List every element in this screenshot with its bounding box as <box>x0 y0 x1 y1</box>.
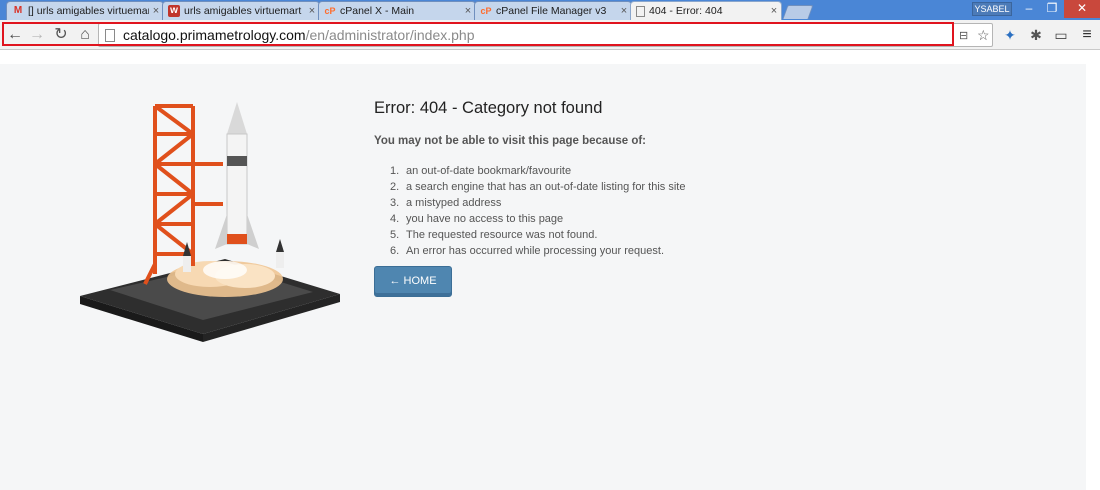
rocket-launch-illustration <box>80 102 340 342</box>
w-site-icon: w <box>168 5 180 17</box>
bookmark-star-icon[interactable]: ☆ <box>977 27 990 44</box>
tab-title: 404 - Error: 404 <box>649 5 723 17</box>
extension-bug-icon[interactable]: ✱ <box>1026 25 1046 45</box>
tab-title: cPanel X - Main <box>340 5 415 17</box>
minimize-button[interactable]: – <box>1018 0 1040 18</box>
list-item: 3. a mistyped address <box>390 195 974 211</box>
reasons-list: 1. an out-of-date bookmark/favourite 2. a … <box>374 163 974 259</box>
list-text: The requested resource was not found. <box>406 229 598 241</box>
error-page: Error: 404 - Category not found You may … <box>0 64 1086 490</box>
list-item: 5. The requested resource was not found. <box>390 227 974 243</box>
cpanel-icon: cP <box>480 5 492 16</box>
close-icon[interactable]: × <box>461 5 475 17</box>
page-icon <box>636 5 645 17</box>
tab-title: urls amigables virtuemart <box>184 5 302 17</box>
close-icon[interactable]: × <box>617 5 631 17</box>
close-window-button[interactable]: ✕ <box>1064 0 1100 18</box>
cast-icon[interactable]: ▭ <box>1051 25 1071 45</box>
home-button[interactable]: ← HOME <box>374 266 452 297</box>
tab-cpanel-file-manager[interactable]: cP cPanel File Manager v3 × <box>474 1 632 20</box>
list-text: An error has occurred while processing y… <box>406 245 665 257</box>
scrollbar[interactable] <box>1086 51 1100 490</box>
new-tab-button[interactable] <box>782 5 814 19</box>
translate-icon[interactable]: ⊟ <box>959 29 968 42</box>
list-number: 1. <box>390 165 400 177</box>
list-text: a mistyped address <box>406 197 502 209</box>
error-content: Error: 404 - Category not found You may … <box>374 99 974 297</box>
list-item: 1. an out-of-date bookmark/favourite <box>390 163 974 179</box>
list-text: you have no access to this page <box>406 213 564 225</box>
maximize-button[interactable]: ❐ <box>1041 0 1063 18</box>
tab-urls-amigables[interactable]: w urls amigables virtuemart × <box>162 1 320 20</box>
menu-icon[interactable]: ≡ <box>1077 25 1097 45</box>
list-number: 5. <box>390 229 400 241</box>
tab-404-error[interactable]: 404 - Error: 404 × <box>630 1 782 20</box>
list-number: 6. <box>390 245 400 257</box>
extension-icon[interactable]: ✦ <box>1000 25 1020 45</box>
tab-strip: M [] urls amigables virtuemar × w urls a… <box>0 0 1100 20</box>
list-item: 4. you have no access to this page <box>390 211 974 227</box>
tab-title: [] urls amigables virtuemar <box>28 5 149 17</box>
list-number: 2. <box>390 181 400 193</box>
tab-title: cPanel File Manager v3 <box>496 5 607 17</box>
tab-gmail[interactable]: M [] urls amigables virtuemar × <box>6 1 164 20</box>
list-item: 2. a search engine that has an out-of-dat… <box>390 179 974 195</box>
reasons-heading: You may not be able to visit this page b… <box>374 135 647 147</box>
close-icon[interactable]: × <box>149 5 163 17</box>
list-item: 6. An error has occurred while processing… <box>390 243 974 259</box>
list-number: 4. <box>390 213 400 225</box>
close-icon[interactable]: × <box>767 5 781 17</box>
tab-cpanel-main[interactable]: cP cPanel X - Main × <box>318 1 476 20</box>
cpanel-icon: cP <box>324 5 336 16</box>
close-icon[interactable]: × <box>305 5 319 17</box>
list-text: a search engine that has an out-of-date … <box>406 181 686 193</box>
list-number: 3. <box>390 197 400 209</box>
page-title: Error: 404 - Category not found <box>374 99 603 117</box>
gmail-icon: M <box>13 5 23 16</box>
address-bar-highlight <box>2 22 954 46</box>
user-badge[interactable]: YSABEL <box>972 2 1012 16</box>
list-text: an out-of-date bookmark/favourite <box>406 165 572 177</box>
